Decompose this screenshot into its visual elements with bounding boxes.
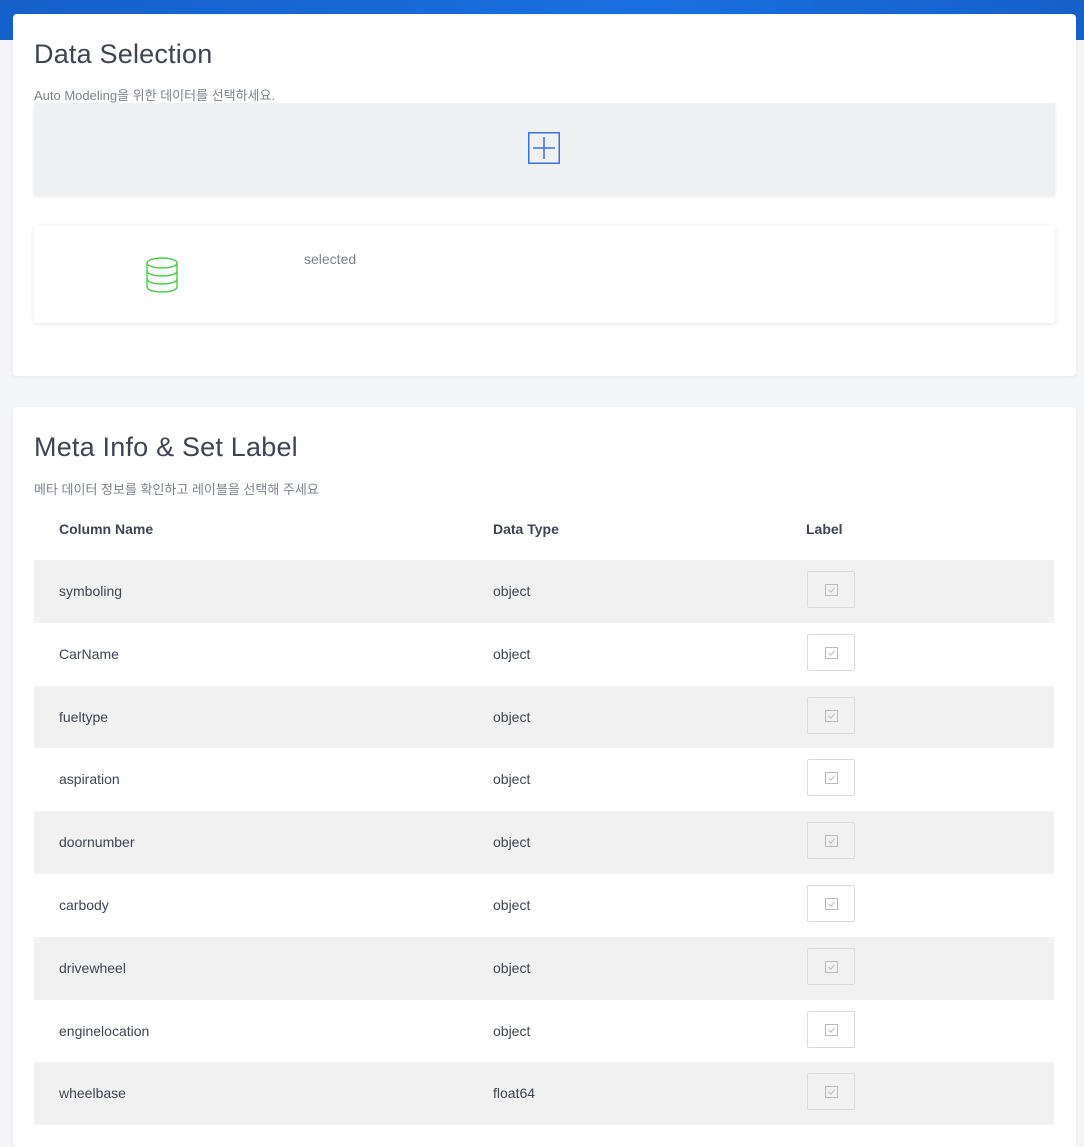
column-name-cell: wheelbase [59, 1085, 126, 1102]
table-row: fueltype object [34, 685, 1054, 749]
column-header-type: Data Type [493, 521, 559, 537]
check-icon [825, 646, 838, 659]
data-selection-subtitle: Auto Modeling을 위한 데이터를 선택하세요. [34, 88, 276, 103]
data-type-cell: object [493, 771, 531, 788]
selected-dataset-card[interactable]: selected [34, 226, 1055, 323]
column-header-label: Label [806, 521, 843, 537]
meta-info-subtitle: 메타 데이터 정보를 확인하고 레이블을 선택해 주세요 [34, 482, 319, 497]
table-row: aspiration object [34, 748, 1054, 811]
data-type-cell: object [493, 583, 531, 599]
table-row: drivewheel object [34, 936, 1054, 1000]
data-type-cell: float64 [493, 1085, 536, 1102]
table-row: symboling object [34, 560, 1054, 623]
database-icon [146, 257, 178, 293]
column-name-cell: aspiration [59, 771, 120, 788]
check-icon [825, 709, 838, 722]
column-name-cell: doornumber [59, 834, 135, 851]
table-row: wheelbase float64 [34, 1062, 1054, 1126]
meta-info-title: Meta Info & Set Label [34, 432, 298, 462]
label-checkbox[interactable] [807, 1073, 855, 1111]
meta-table-body: symboling object CarName object fueltype… [34, 560, 1054, 1126]
data-type-cell: object [493, 896, 531, 913]
check-icon [825, 584, 838, 596]
column-name-cell: enginelocation [59, 1022, 150, 1039]
meta-info-card: Meta Info & Set Label 메타 데이터 정보를 확인하고 레이… [13, 407, 1076, 1147]
data-type-cell: object [493, 1022, 531, 1039]
data-selection-card: Data Selection Auto Modeling을 위한 데이터를 선택… [13, 14, 1076, 376]
data-type-cell: object [493, 834, 531, 851]
column-header-name: Column Name [59, 521, 154, 537]
label-checkbox[interactable] [807, 884, 855, 922]
data-type-cell: object [493, 708, 531, 725]
label-checkbox[interactable] [807, 759, 855, 797]
table-row: doornumber object [34, 811, 1054, 874]
data-type-cell: object [493, 959, 531, 976]
selected-status-text: selected [304, 251, 357, 267]
check-icon [825, 835, 838, 848]
label-checkbox[interactable] [807, 822, 855, 860]
label-checkbox[interactable] [807, 633, 855, 671]
column-name-cell: drivewheel [59, 959, 126, 976]
column-name-cell: CarName [59, 645, 119, 662]
plus-icon[interactable] [528, 132, 560, 164]
column-name-cell: carbody [59, 896, 109, 913]
check-icon [825, 772, 838, 785]
label-checkbox[interactable] [807, 696, 855, 734]
label-checkbox[interactable] [807, 571, 855, 608]
label-checkbox[interactable] [807, 1010, 855, 1048]
check-icon [825, 1023, 838, 1036]
column-name-cell: symboling [59, 583, 123, 599]
column-name-cell: fueltype [59, 708, 109, 725]
table-row: CarName object [34, 623, 1054, 686]
label-checkbox[interactable] [807, 947, 855, 985]
table-row: carbody object [34, 874, 1054, 937]
check-icon [825, 1086, 838, 1099]
table-row: enginelocation object [34, 1000, 1054, 1063]
check-icon [825, 960, 838, 973]
add-data-button[interactable] [34, 103, 1055, 195]
check-icon [825, 897, 838, 910]
data-type-cell: object [493, 645, 531, 662]
data-selection-title: Data Selection [34, 39, 213, 69]
